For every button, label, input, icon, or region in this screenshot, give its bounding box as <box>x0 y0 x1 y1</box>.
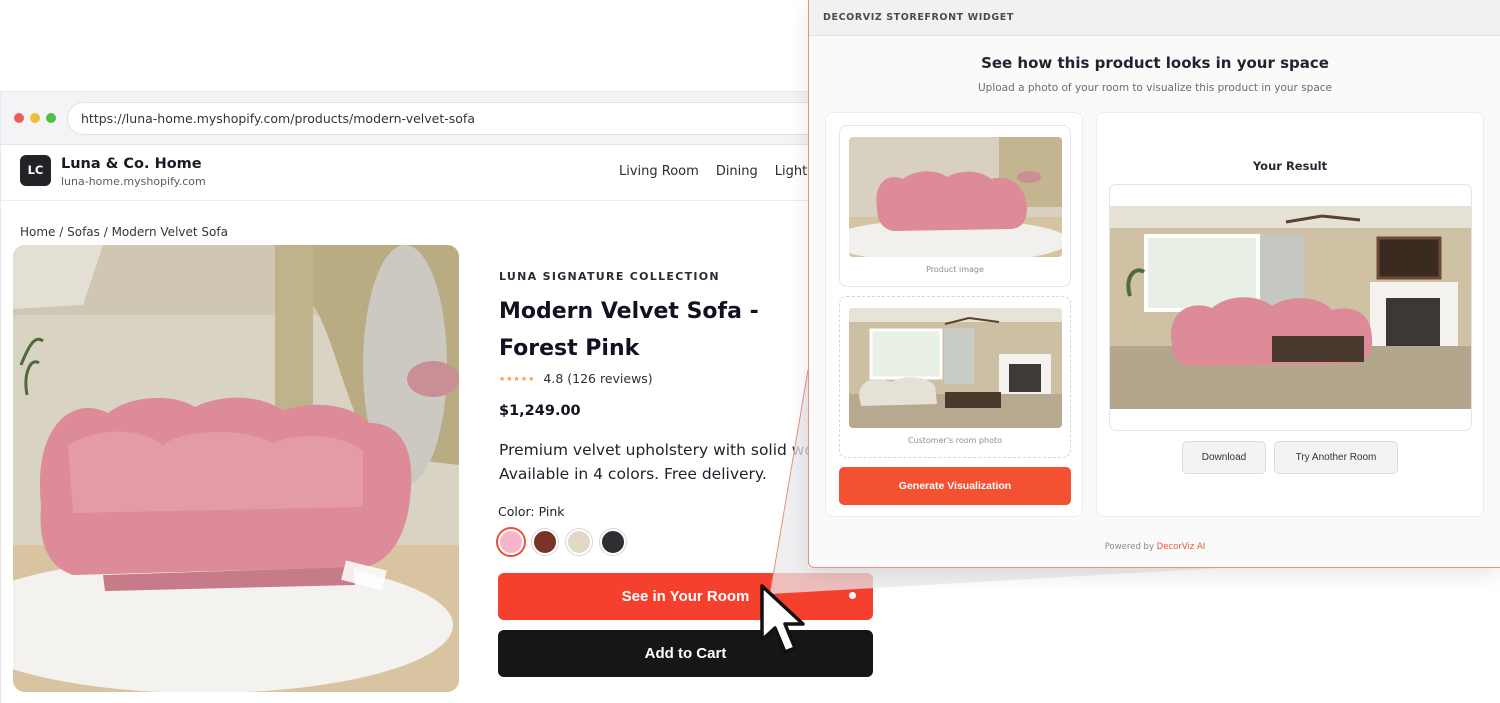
try-another-room-button[interactable]: Try Another Room <box>1274 441 1398 474</box>
powered-by-brand-link[interactable]: DecorViz AI <box>1157 542 1206 552</box>
widget-header: DECORVIZ STOREFRONT WIDGET <box>809 0 1500 36</box>
collection-label: LUNA SIGNATURE COLLECTION <box>499 270 720 283</box>
product-price: $1,249.00 <box>499 403 581 419</box>
product-title: Modern Velvet Sofa - Forest Pink <box>499 299 759 361</box>
product-thumbnail <box>849 137 1062 257</box>
result-panel: Your Result Download Try Another Room <box>1096 112 1484 517</box>
powered-by-prefix: Powered by <box>1104 542 1154 552</box>
product-image-card[interactable]: Product image <box>839 125 1071 287</box>
main-nav: Living Room Dining Lightin <box>619 164 819 179</box>
swatch-cream[interactable] <box>566 529 592 555</box>
nav-item-living-room[interactable]: Living Room <box>619 164 699 179</box>
store-domain: luna-home.myshopify.com <box>61 175 206 188</box>
result-label: Your Result <box>1252 159 1328 173</box>
decorviz-widget: DECORVIZ STOREFRONT WIDGET See how this … <box>808 0 1500 568</box>
widget-subtitle: Upload a photo of your room to visualize… <box>977 82 1333 94</box>
see-in-your-room-button[interactable]: See in Your Room <box>498 573 873 620</box>
nav-item-dining[interactable]: Dining <box>716 164 758 179</box>
close-window-icon[interactable] <box>14 113 24 123</box>
button-indicator-dot <box>849 592 856 599</box>
room-thumbnail <box>849 308 1062 428</box>
room-photo-upload[interactable]: Customer's room photo <box>839 296 1071 458</box>
generate-visualization-button[interactable]: Generate Visualization <box>839 467 1071 505</box>
result-image-art <box>1110 206 1471 409</box>
store-header: LC Luna & Co. Home luna-home.myshopify.c… <box>1 145 900 201</box>
maximize-window-icon[interactable] <box>46 113 56 123</box>
address-bar[interactable]: https://luna-home.myshopify.com/products… <box>67 102 897 135</box>
rating-stars-icon: ★★★★★ <box>499 375 536 383</box>
swatch-charcoal[interactable] <box>600 529 626 555</box>
powered-by: Powered by DecorViz AI <box>809 542 1500 552</box>
rating[interactable]: ★★★★★ 4.8 (126 reviews) <box>499 371 653 386</box>
download-button[interactable]: Download <box>1182 441 1266 474</box>
screenshot-stage: https://luna-home.myshopify.com/products… <box>0 0 1500 703</box>
minimize-window-icon[interactable] <box>30 113 40 123</box>
swatch-brown[interactable] <box>532 529 558 555</box>
color-swatches <box>498 529 626 555</box>
description-line: Available in 4 colors. Free delivery. <box>499 465 767 483</box>
browser-toolbar: https://luna-home.myshopify.com/products… <box>1 92 900 145</box>
add-to-cart-button[interactable]: Add to Cart <box>498 630 873 677</box>
store-logo[interactable]: LC <box>20 155 51 186</box>
room-thumb-art <box>849 308 1062 428</box>
input-panel: Product image Customer's room photo Gene… <box>825 112 1083 517</box>
widget-title: See how this product looks in your space <box>981 54 1329 72</box>
color-label: Color: Pink <box>498 504 565 519</box>
rating-text: 4.8 (126 reviews) <box>543 371 653 386</box>
product-image-caption: Product image <box>926 265 984 274</box>
product-image[interactable] <box>13 245 459 692</box>
room-photo-caption: Customer's room photo <box>907 436 1003 445</box>
swatch-pink[interactable] <box>498 529 524 555</box>
description-line: Premium velvet upholstery with solid woo <box>499 441 824 459</box>
widget-header-label: DECORVIZ STOREFRONT WIDGET <box>823 12 1014 23</box>
product-description: Premium velvet upholstery with solid woo… <box>499 438 829 486</box>
product-photo-art <box>13 245 459 692</box>
breadcrumb[interactable]: Home / Sofas / Modern Velvet Sofa <box>20 225 228 239</box>
result-frame <box>1109 184 1472 431</box>
product-thumb-art <box>849 137 1062 257</box>
store-name[interactable]: Luna & Co. Home <box>61 156 202 172</box>
mouse-cursor-icon <box>760 584 805 654</box>
result-image[interactable] <box>1110 206 1471 409</box>
